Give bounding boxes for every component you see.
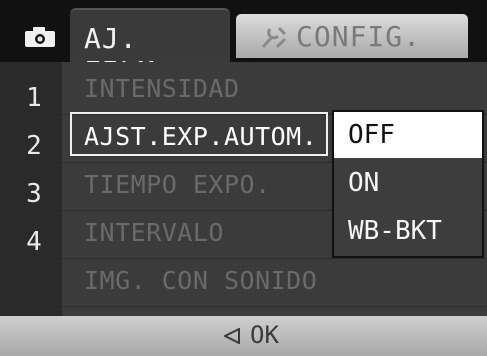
row-number-3: 3	[26, 179, 42, 209]
row-number-2: 2	[26, 131, 42, 161]
camera-icon	[25, 27, 55, 47]
tab-config[interactable]: CONFIG.	[236, 14, 468, 58]
option-off[interactable]: OFF	[334, 112, 482, 158]
footer-ok-label: OK	[250, 321, 279, 349]
tab-bar: AJ. FILM. CONFIG.	[0, 0, 487, 88]
menu-item-label: TIEMPO EXPO.	[84, 170, 271, 199]
tab-aj-film[interactable]: AJ. FILM.	[70, 8, 230, 88]
option-wb-bkt[interactable]: WB-BKT	[334, 208, 482, 254]
triangle-left-icon	[224, 328, 240, 344]
menu-item[interactable]: IMG. CON SONIDO	[62, 258, 487, 307]
option-dropdown: OFF ON WB-BKT	[332, 110, 484, 258]
option-on[interactable]: ON	[334, 160, 482, 206]
wrench-icon	[261, 26, 287, 49]
menu-item[interactable]: INTENSIDAD	[62, 66, 487, 115]
menu-item-label: INTENSIDAD	[84, 74, 240, 103]
selection-highlight	[70, 112, 328, 156]
footer-bar: OK	[0, 316, 487, 356]
row-number-1: 1	[26, 83, 42, 113]
tab-config-label: CONFIG.	[296, 20, 422, 53]
camera-menu-screen: AJ. FILM. CONFIG. 1 2 3 4 INTENSIDAD AJS…	[0, 0, 487, 356]
menu-item-label: IMG. CON SONIDO	[84, 266, 318, 295]
menu-item-label: INTERVALO	[84, 218, 224, 247]
row-number-4: 4	[26, 227, 42, 257]
